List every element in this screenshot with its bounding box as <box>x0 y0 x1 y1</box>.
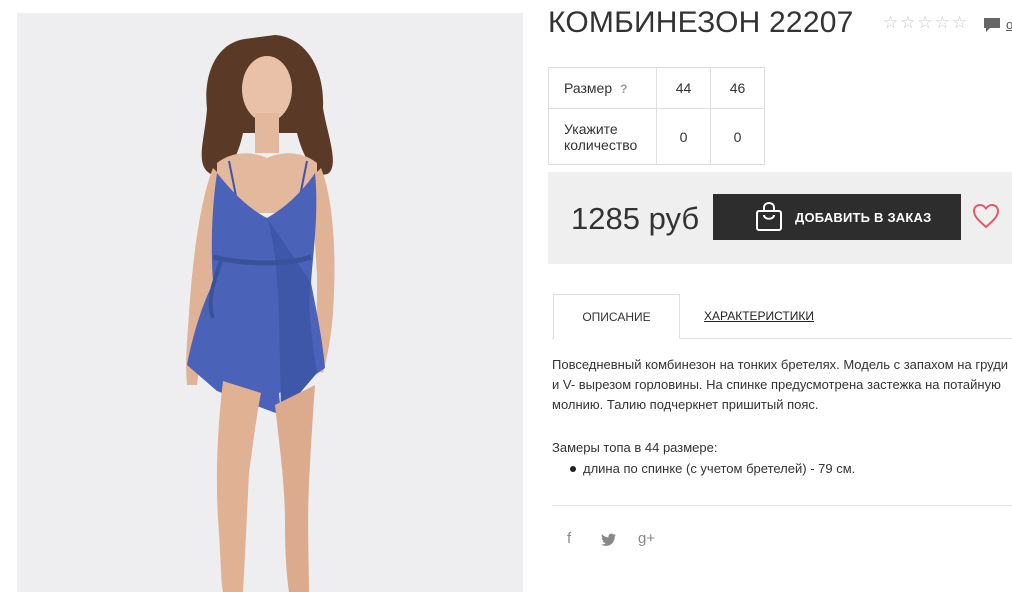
size-option-46[interactable]: 46 <box>710 67 765 109</box>
size-help-icon[interactable]: ? <box>620 82 627 96</box>
quantity-input-44[interactable]: 0 <box>656 108 711 165</box>
star-icon[interactable]: ☆ <box>900 14 915 32</box>
quantity-label-line2: количество <box>564 136 638 153</box>
size-label: Размер <box>564 80 613 96</box>
size-row: Размер? 44 46 <box>548 67 765 109</box>
star-icon[interactable]: ☆ <box>918 14 933 32</box>
heart-icon[interactable] <box>972 203 1000 229</box>
google-plus-icon[interactable]: g+ <box>638 530 655 547</box>
model-illustration <box>186 35 335 592</box>
description-line: Повседневный комбинезон на тонких бретел… <box>552 357 1009 372</box>
size-label-cell: Размер? <box>548 67 657 109</box>
facebook-icon[interactable]: f <box>567 530 571 547</box>
tab-description[interactable]: ОПИСАНИЕ <box>553 294 680 339</box>
measure-text: длина по спинке (с учетом бретелей) - 79… <box>583 461 856 476</box>
size-option-44[interactable]: 44 <box>656 67 711 109</box>
star-icon[interactable]: ☆ <box>952 14 967 32</box>
quantity-label-line1: Укажите <box>564 120 618 137</box>
quantity-row: Укажите количество 0 0 <box>548 108 765 165</box>
product-title: КОМБИНЕЗОН 22207 <box>548 6 854 39</box>
comments-link[interactable]: о <box>1006 17 1012 32</box>
quantity-label-cell: Укажите количество <box>548 108 657 165</box>
product-description: Повседневный комбинезон на тонких бретел… <box>552 355 1012 415</box>
shopping-bag-icon <box>756 202 782 231</box>
add-to-order-button[interactable]: ДОБАВИТЬ В ЗАКАЗ <box>713 194 961 240</box>
product-photo[interactable] <box>17 13 523 592</box>
comment-icon[interactable] <box>983 17 1001 33</box>
quantity-input-46[interactable]: 0 <box>710 108 765 165</box>
twitter-icon[interactable] <box>601 533 617 546</box>
star-icon[interactable]: ☆ <box>935 14 950 32</box>
divider <box>552 505 1012 506</box>
measure-list-item: длина по спинке (с учетом бретелей) - 79… <box>570 461 855 476</box>
description-line: и V- вырезом горловины. На спинке предус… <box>552 377 1001 392</box>
bullet-icon <box>570 465 576 472</box>
price-box: 1285 руб ДОБАВИТЬ В ЗАКАЗ <box>548 172 1012 264</box>
price: 1285 руб <box>571 201 700 236</box>
star-icon[interactable]: ☆ <box>883 14 898 32</box>
add-to-order-label: ДОБАВИТЬ В ЗАКАЗ <box>795 209 932 225</box>
size-table: Размер? 44 46 Укажите количество 0 0 <box>548 67 765 165</box>
tab-characteristics[interactable]: ХАРАКТЕРИСТИКИ <box>704 309 814 323</box>
measures-title: Замеры топа в 44 размере: <box>552 440 718 455</box>
description-line: молнию. Талию подчеркнет пришитый пояс. <box>552 397 819 412</box>
rating-stars[interactable]: ☆ ☆ ☆ ☆ ☆ <box>883 14 967 32</box>
